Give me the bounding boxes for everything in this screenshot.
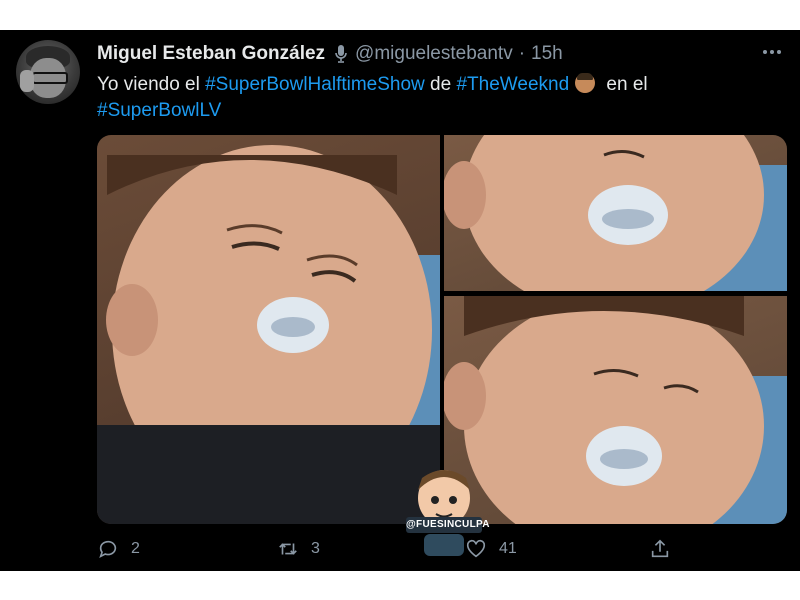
man-face-emoji: [575, 73, 596, 93]
avatar-glasses: [32, 72, 68, 84]
photo-toddler-3[interactable]: [444, 296, 787, 524]
author-display-name[interactable]: Miguel Esteban González: [97, 43, 325, 65]
tweet-text-part: Yo viendo el: [97, 74, 206, 95]
reply-button[interactable]: 2: [97, 538, 140, 560]
tweet-actions: 2 3 41: [97, 538, 697, 566]
reply-count: 2: [131, 540, 140, 557]
photo-toddler-1[interactable]: [97, 135, 440, 524]
tweet-card[interactable]: Miguel Esteban González @miguelestebantv…: [0, 30, 800, 571]
more-options-icon[interactable]: [760, 42, 784, 62]
hashtag-link[interactable]: #TheWeeknd: [456, 74, 569, 95]
avatar-hand: [20, 70, 34, 92]
share-button[interactable]: [649, 538, 683, 560]
author-avatar[interactable]: [16, 40, 80, 104]
microphone-icon: [335, 45, 347, 63]
photo-toddler-2[interactable]: [444, 135, 787, 291]
tweet-header: Miguel Esteban González @miguelestebantv…: [97, 41, 563, 67]
watermark-label: @FUESINCULPA: [406, 517, 489, 533]
like-button[interactable]: 41: [465, 538, 517, 560]
like-count: 41: [499, 540, 517, 557]
tweet-text-part: en el: [601, 74, 648, 95]
retweet-count: 3: [311, 540, 320, 557]
hashtag-link[interactable]: #SuperBowlHalftimeShow: [205, 74, 425, 95]
tweet-text: Yo viendo el #SuperBowlHalftimeShow de #…: [97, 72, 737, 124]
retweet-button[interactable]: 3: [277, 538, 320, 560]
tweet-text-part: de: [424, 74, 457, 95]
retweet-icon: [279, 543, 297, 555]
hashtag-link[interactable]: #SuperBowlLV: [97, 100, 221, 121]
heart-icon: [466, 539, 486, 558]
share-icon: [651, 539, 669, 558]
reply-icon: [99, 540, 117, 558]
author-handle[interactable]: @miguelestebantv: [355, 43, 513, 65]
separator-dot: ·: [518, 43, 526, 64]
tweet-timestamp[interactable]: 15h: [531, 43, 563, 65]
